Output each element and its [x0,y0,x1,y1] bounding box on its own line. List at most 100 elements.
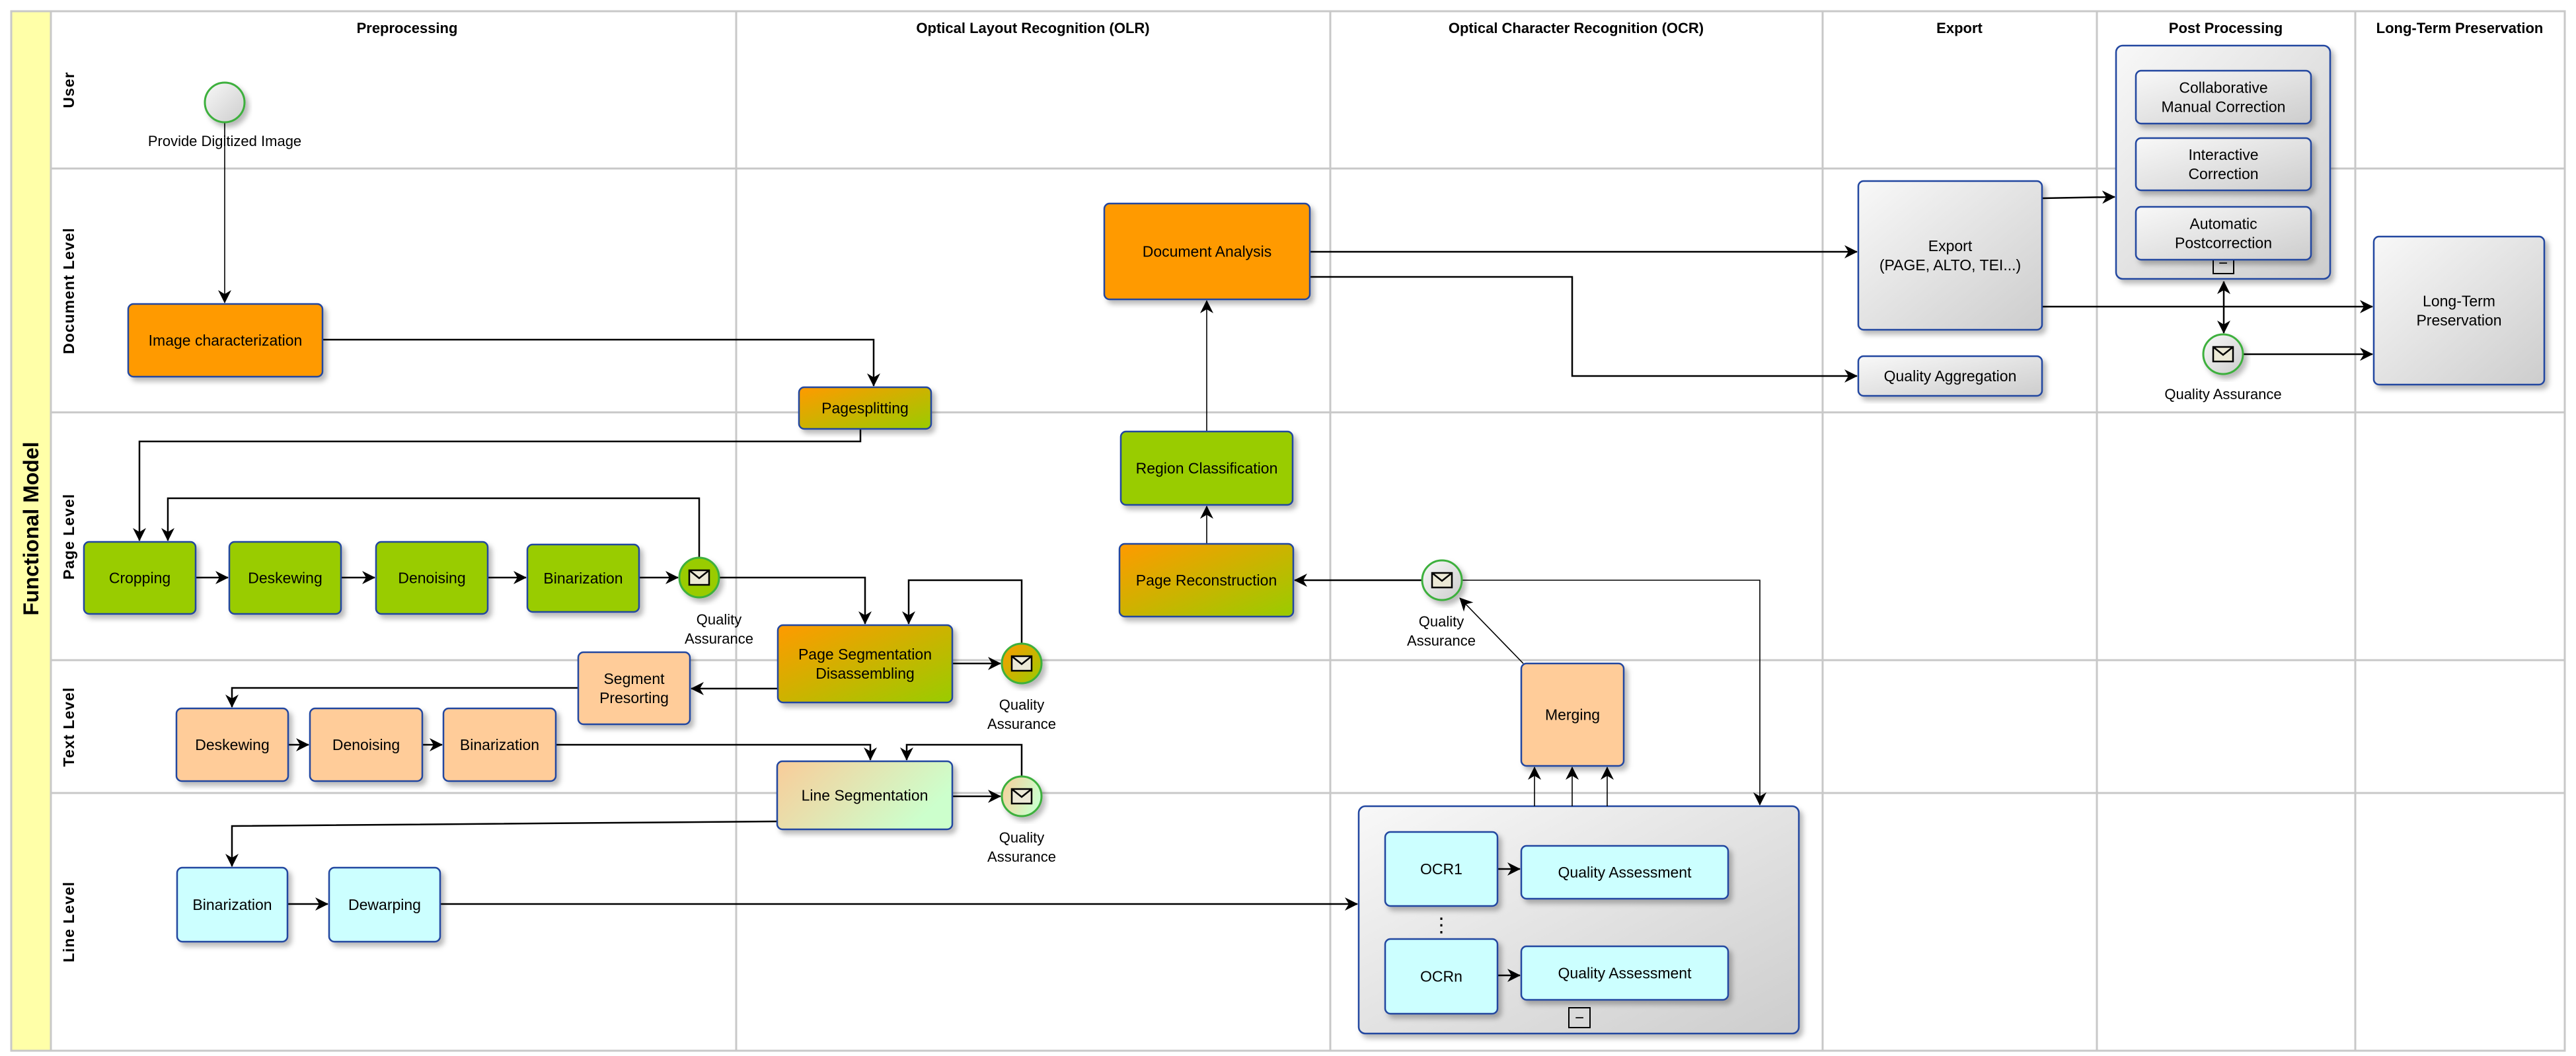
task-text-binarization[interactable]: Binarization [442,707,557,782]
column-header-ltp: Long-Term Preservation [2376,20,2544,36]
task-box[interactable] [577,651,691,726]
task-label: Image characterization [149,332,303,349]
start-event-label: Provide Digitized Image [148,133,301,149]
task-page-binarization[interactable]: Binarization [526,543,640,613]
task-label: Denoising [332,736,400,753]
task-segment-presorting[interactable]: Segment Presorting [577,651,691,726]
task-page-denoising[interactable]: Denoising [375,541,489,615]
task-label: Region Classification [1136,460,1278,477]
event-label: Assurance [987,849,1056,865]
lane-label-page: Page Level [60,494,77,580]
lane-labels: User Document Level Page Level Text Leve… [60,71,77,962]
lane-label-document: Document Level [60,227,77,354]
column-header-export: Export [1936,20,1983,36]
tasks: Image characterization Pagesplitting Docum… [83,69,2546,1015]
task-export[interactable]: Export (PAGE, ALTO, TEI...) [1857,180,2043,331]
task-page-segmentation[interactable]: Page Segmentation Disassembling [777,624,954,704]
task-image-characterization[interactable]: Image characterization [127,303,324,378]
event-label: Quality [1419,613,1464,630]
task-quality-assessment-1[interactable]: Quality Assessment [1520,845,1729,900]
event-label: Quality [697,611,741,628]
lane-label-line: Line Level [60,882,77,962]
start-event[interactable] [204,81,246,124]
task-page-cropping[interactable]: Cropping [83,541,197,615]
task-label: Presorting [599,689,669,706]
task-label: Page Segmentation [798,646,932,663]
task-box[interactable] [1857,180,2043,331]
task-label: Export [1928,237,1973,254]
task-quality-aggregation[interactable]: Quality Aggregation [1857,355,2043,397]
column-header-postprocessing: Post Processing [2169,20,2283,36]
collapse-icon: − [1575,1009,1584,1027]
event-qa-ocr[interactable]: Quality Assurance [1407,559,1476,649]
task-label: Dewarping [348,896,421,913]
column-header-ocr: Optical Character Recognition (OCR) [1449,20,1704,36]
task-label: Collaborative [2179,79,2267,96]
task-box[interactable] [777,624,954,704]
task-merging[interactable]: Merging [1520,662,1625,767]
envelope-icon [1010,655,1033,672]
task-label: Page Reconstruction [1136,572,1277,589]
task-automatic-postcorrection[interactable]: Automatic Postcorrection [2135,206,2312,261]
task-label: Line Segmentation [802,787,928,804]
column-header-olr: Optical Layout Recognition (OLR) [916,20,1149,36]
task-line-binarization[interactable]: Binarization [176,866,289,943]
task-pagesplitting[interactable]: Pagesplitting [798,386,932,430]
task-label: Denoising [398,570,465,587]
task-label: Quality Aggregation [1884,367,2017,385]
task-label: Postcorrection [2175,235,2272,252]
task-box[interactable] [2372,235,2546,386]
task-label: Manual Correction [2162,98,2286,116]
task-label: OCRn [1420,968,1462,985]
task-label: Cropping [109,570,170,587]
ocr-ellipsis: ⋮ [1431,915,1451,936]
event-qa-page[interactable]: Quality Assurance [678,556,753,647]
event-label: Quality Assurance [2164,386,2281,402]
task-label: Merging [1545,706,1600,724]
task-page-deskewing[interactable]: Deskewing [228,541,342,615]
event-qa-line-segmentation[interactable]: Quality Assurance [987,775,1056,865]
envelope-icon [688,569,710,586]
task-label: Binarization [192,896,272,913]
pool-title: Functional Model [19,441,43,615]
task-label: (PAGE, ALTO, TEI...) [1879,256,2021,274]
event-label: Assurance [685,630,753,647]
event-label: Quality [999,697,1044,713]
event-label: Assurance [1407,632,1476,649]
task-document-analysis[interactable]: Document Analysis [1103,202,1311,301]
event-label: Quality [999,829,1044,846]
task-quality-assessment-n[interactable]: Quality Assessment [1520,945,1729,1001]
event-qa-page-segmentation[interactable]: Quality Assurance [987,642,1056,732]
column-headers: Preprocessing Optical Layout Recognition… [357,20,2544,36]
task-text-deskewing[interactable]: Deskewing [175,707,289,782]
task-ocrn[interactable]: OCRn [1384,938,1499,1015]
task-line-segmentation[interactable]: Line Segmentation [776,760,954,831]
envelope-icon [1010,788,1033,805]
task-label: OCR1 [1420,860,1462,878]
functional-model-diagram: Functional Model Preprocessing Optical L… [10,10,2566,1052]
event-qa-postprocessing[interactable]: Quality Assurance [2164,333,2282,402]
task-label: Quality Assessment [1558,864,1692,881]
task-line-dewarping[interactable]: Dewarping [328,866,441,943]
task-label: Deskewing [195,736,270,753]
task-label: Correction [2188,165,2258,182]
task-long-term-preservation[interactable]: Long-Term Preservation [2372,235,2546,386]
task-label: Binarization [460,736,539,753]
lane-label-user: User [60,71,77,108]
task-label: Pagesplitting [821,400,909,417]
task-ocr1[interactable]: OCR1 [1384,831,1499,907]
task-collaborative-correction[interactable]: Collaborative Manual Correction [2135,69,2312,125]
envelope-icon [2212,346,2234,363]
task-label: Disassembling [815,665,915,682]
event-label: Assurance [987,716,1056,732]
task-interactive-correction[interactable]: Interactive Correction [2135,137,2312,192]
task-text-denoising[interactable]: Denoising [309,707,424,782]
task-region-classification[interactable]: Region Classification [1119,430,1294,506]
envelope-icon [1431,572,1453,589]
task-label: Automatic [2189,215,2257,233]
task-label: Long-Term [2423,293,2495,310]
task-label: Document Analysis [1143,243,1272,260]
task-label: Quality Assessment [1558,965,1692,982]
task-page-reconstruction[interactable]: Page Reconstruction [1118,543,1295,618]
task-label: Preservation [2416,312,2501,329]
